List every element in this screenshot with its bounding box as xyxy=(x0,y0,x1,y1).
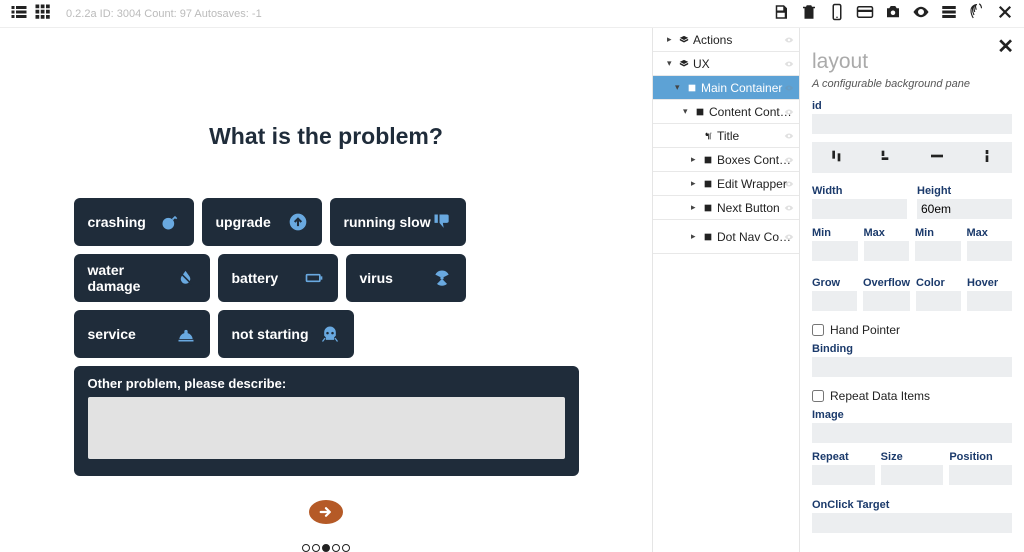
grid-view-icon[interactable] xyxy=(34,3,52,24)
tree-item-actions[interactable]: ▸Actions xyxy=(653,28,799,52)
overflow-field[interactable] xyxy=(863,291,910,311)
tree-item-boxes-container[interactable]: ▸Boxes Container xyxy=(653,148,799,172)
position-field[interactable] xyxy=(949,465,1012,485)
tree-item-dot-nav-container[interactable]: ▸Dot Nav Container xyxy=(653,220,799,254)
boxes-container: crashing upgrade running slow water dama… xyxy=(74,198,579,358)
bomb-icon xyxy=(160,212,180,232)
canvas: What is the problem? crashing upgrade ru… xyxy=(0,28,652,552)
color-field[interactable] xyxy=(916,291,961,311)
tree-item-content-container[interactable]: ▾Content Container xyxy=(653,100,799,124)
height-max-field[interactable] xyxy=(967,241,1013,261)
dot-4[interactable] xyxy=(342,544,350,552)
dot-1[interactable] xyxy=(312,544,320,552)
align-4-icon[interactable] xyxy=(979,148,995,167)
save-icon[interactable] xyxy=(772,3,790,24)
dot-3[interactable] xyxy=(332,544,340,552)
align-modes xyxy=(812,142,1012,173)
tree-item-ux[interactable]: ▾UX xyxy=(653,52,799,76)
meta-text: 0.2.2a ID: 3004 Count: 97 Autosaves: -1 xyxy=(66,8,262,20)
arrow-right-icon xyxy=(317,503,335,521)
image-field[interactable] xyxy=(812,423,1012,443)
option-virus[interactable]: virus xyxy=(346,254,466,302)
binding-field[interactable] xyxy=(812,357,1012,377)
arrow-up-icon xyxy=(288,212,308,232)
repeat-items-checkbox[interactable]: Repeat Data Items xyxy=(812,389,1012,403)
toolbar xyxy=(772,3,1014,24)
tree-item-next-button[interactable]: ▸Next Button xyxy=(653,196,799,220)
option-crashing[interactable]: crashing xyxy=(74,198,194,246)
tree-item-main-container[interactable]: ▾Main Container xyxy=(653,76,799,100)
tree-item-title[interactable]: Title xyxy=(653,124,799,148)
option-running-slow[interactable]: running slow xyxy=(330,198,466,246)
props-subtitle: A configurable background pane xyxy=(812,78,1012,90)
close-icon[interactable]: ✕ xyxy=(997,34,1014,59)
bell-icon xyxy=(176,324,196,344)
option-not-starting[interactable]: not starting xyxy=(218,310,354,358)
describe-textarea[interactable] xyxy=(88,397,565,459)
height-field[interactable] xyxy=(917,199,1012,219)
option-battery[interactable]: battery xyxy=(218,254,338,302)
battery-icon xyxy=(304,268,324,288)
width-field[interactable] xyxy=(812,199,907,219)
align-2-icon[interactable] xyxy=(879,148,895,167)
topbar: 0.2.2a ID: 3004 Count: 97 Autosaves: -1 xyxy=(0,0,1024,28)
onclick-field[interactable] xyxy=(812,513,1012,533)
fingerprint-icon[interactable] xyxy=(968,3,986,24)
hand-pointer-checkbox[interactable]: Hand Pointer xyxy=(812,323,1012,337)
dot-2[interactable] xyxy=(322,544,330,552)
card-icon[interactable] xyxy=(856,3,874,24)
option-upgrade[interactable]: upgrade xyxy=(202,198,322,246)
tree-panel: ▸Actions▾UX▾Main Container▾Content Conta… xyxy=(652,28,800,552)
droplet-off-icon xyxy=(176,268,195,288)
list-view-icon[interactable] xyxy=(10,3,28,24)
tree-item-edit-wrapper[interactable]: ▸Edit Wrapper xyxy=(653,172,799,196)
view-mode-icons xyxy=(10,3,52,24)
properties-panel: ✕ layout A configurable background pane … xyxy=(800,28,1024,552)
eye-icon[interactable] xyxy=(912,3,930,24)
option-service[interactable]: service xyxy=(74,310,210,358)
radiation-icon xyxy=(432,268,452,288)
describe-label: Other problem, please describe: xyxy=(88,376,565,391)
thumbs-down-icon xyxy=(432,212,452,232)
hover-field[interactable] xyxy=(967,291,1012,311)
repeat-field[interactable] xyxy=(812,465,875,485)
camera-icon[interactable] xyxy=(884,3,902,24)
width-max-field[interactable] xyxy=(864,241,910,261)
close-icon[interactable] xyxy=(996,3,1014,24)
option-water-damage[interactable]: water damage xyxy=(74,254,210,302)
skull-icon xyxy=(320,324,340,344)
rows-icon[interactable] xyxy=(940,3,958,24)
id-field[interactable] xyxy=(812,114,1012,134)
size-field[interactable] xyxy=(881,465,944,485)
page-title: What is the problem? xyxy=(209,123,443,150)
width-min-field[interactable] xyxy=(812,241,858,261)
align-1-icon[interactable] xyxy=(829,148,845,167)
dot-0[interactable] xyxy=(302,544,310,552)
height-min-field[interactable] xyxy=(915,241,961,261)
trash-icon[interactable] xyxy=(800,3,818,24)
props-header: layout xyxy=(812,50,1012,74)
align-3-icon[interactable] xyxy=(929,148,945,167)
dot-nav xyxy=(302,544,350,552)
mobile-icon[interactable] xyxy=(828,3,846,24)
grow-field[interactable] xyxy=(812,291,857,311)
describe-wrapper: Other problem, please describe: xyxy=(74,366,579,476)
next-button[interactable] xyxy=(309,500,343,524)
